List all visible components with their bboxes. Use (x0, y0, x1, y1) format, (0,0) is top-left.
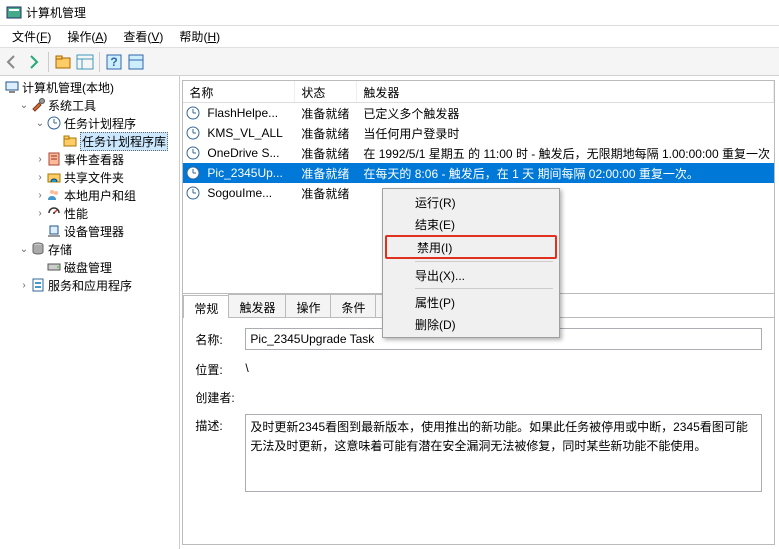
window-title: 计算机管理 (26, 4, 86, 21)
name-label: 名称: (195, 328, 245, 348)
cell-trigger: 当任何用户登录时 (359, 125, 774, 142)
context-separator (415, 261, 553, 262)
cell-name: SogouIme... (203, 186, 297, 200)
location-label: 位置: (195, 358, 245, 378)
tree-root[interactable]: 计算机管理(本地) (0, 78, 179, 96)
collapse-icon[interactable]: ⌄ (34, 118, 46, 129)
users-icon (46, 187, 62, 203)
tab-0[interactable]: 常规 (183, 295, 229, 318)
cell-name: FlashHelpe... (203, 106, 297, 120)
device-icon (46, 223, 62, 239)
menubar: 文件(F) 操作(A) 查看(V) 帮助(H) (0, 26, 779, 48)
tab-1[interactable]: 触发器 (228, 294, 286, 317)
expand-icon[interactable]: › (34, 208, 46, 219)
up-button[interactable] (53, 52, 73, 72)
expand-icon[interactable]: › (34, 190, 46, 201)
context-item[interactable]: 属性(P) (385, 291, 557, 313)
titlebar: 计算机管理 (0, 0, 779, 26)
back-button[interactable] (2, 52, 22, 72)
toolbar: ? (0, 48, 779, 76)
storage-icon (30, 241, 46, 257)
context-item[interactable]: 禁用(I) (385, 235, 557, 259)
navigation-tree[interactable]: 计算机管理(本地) ⌄ 系统工具 ⌄ 任务计划程序 任务计划程序库 › 事件查看… (0, 76, 180, 549)
author-label: 创建者: (195, 386, 245, 406)
tree-local-users[interactable]: › 本地用户和组 (0, 186, 179, 204)
cell-name: KMS_VL_ALL (203, 126, 297, 140)
toolbar-separator (99, 52, 100, 72)
help-button[interactable]: ? (104, 52, 124, 72)
cell-name: Pic_2345Up... (203, 166, 297, 180)
collapse-icon[interactable]: ⌄ (18, 100, 30, 111)
task-icon (185, 145, 201, 161)
task-icon (185, 165, 201, 181)
shared-folder-icon (46, 169, 62, 185)
toolbar-separator (48, 52, 49, 72)
tree-shared-folders[interactable]: › 共享文件夹 (0, 168, 179, 186)
task-row[interactable]: FlashHelpe...准备就绪已定义多个触发器 (183, 103, 774, 123)
task-row[interactable]: OneDrive S...准备就绪在 1992/5/1 星期五 的 11:00 … (183, 143, 774, 163)
menu-action[interactable]: 操作(A) (59, 26, 115, 47)
tab-3[interactable]: 条件 (330, 294, 376, 317)
tree-event-viewer[interactable]: › 事件查看器 (0, 150, 179, 168)
context-item[interactable]: 删除(D) (385, 313, 557, 335)
tree-system-tools[interactable]: ⌄ 系统工具 (0, 96, 179, 114)
disk-icon (46, 259, 62, 275)
tools-icon (30, 97, 46, 113)
menu-file[interactable]: 文件(F) (4, 26, 59, 47)
expand-icon[interactable]: › (34, 154, 46, 165)
computer-icon (4, 79, 20, 95)
folder-icon (62, 133, 78, 149)
column-status[interactable]: 状态 (295, 81, 357, 102)
description-label: 描述: (195, 414, 245, 434)
detail-body: 名称: 位置: \ 创建者: 描述: 及时更新2345看图到最新版本，使用推出的… (183, 318, 774, 544)
cell-status: 准备就绪 (297, 105, 359, 122)
column-name[interactable]: 名称 (183, 81, 295, 102)
tree-task-scheduler[interactable]: ⌄ 任务计划程序 (0, 114, 179, 132)
task-list-header: 名称 状态 触发器 (183, 81, 774, 103)
cell-trigger: 在每天的 8:06 - 触发后，在 1 天 期间每隔 02:00:00 重复一次… (359, 165, 774, 182)
event-icon (46, 151, 62, 167)
description-textarea[interactable]: 及时更新2345看图到最新版本，使用推出的新功能。如果此任务被停用或中断，234… (245, 414, 762, 492)
performance-icon (46, 205, 62, 221)
cell-status: 准备就绪 (297, 125, 359, 142)
location-value: \ (245, 358, 762, 375)
tree-services-apps[interactable]: › 服务和应用程序 (0, 276, 179, 294)
task-row[interactable]: Pic_2345Up...准备就绪在每天的 8:06 - 触发后，在 1 天 期… (183, 163, 774, 183)
task-icon (185, 185, 201, 201)
expand-icon[interactable]: › (18, 280, 30, 291)
context-menu: 运行(R)结束(E)禁用(I) 导出(X)... 属性(P)删除(D) (382, 188, 560, 338)
tree-performance[interactable]: › 性能 (0, 204, 179, 222)
column-trigger[interactable]: 触发器 (357, 81, 774, 102)
tree-disk-management[interactable]: 磁盘管理 (0, 258, 179, 276)
cell-name: OneDrive S... (203, 146, 297, 160)
forward-button[interactable] (24, 52, 44, 72)
panel-button[interactable] (126, 52, 146, 72)
menu-help[interactable]: 帮助(H) (171, 26, 228, 47)
tree-task-library[interactable]: 任务计划程序库 (0, 132, 179, 150)
context-separator (415, 288, 553, 289)
tab-2[interactable]: 操作 (285, 294, 331, 317)
cell-status: 准备就绪 (297, 165, 359, 182)
services-icon (30, 277, 46, 293)
cell-status: 准备就绪 (297, 145, 359, 162)
context-item[interactable]: 结束(E) (385, 213, 557, 235)
show-hide-button[interactable] (75, 52, 95, 72)
context-item[interactable]: 运行(R) (385, 191, 557, 213)
context-item[interactable]: 导出(X)... (385, 264, 557, 286)
task-icon (185, 105, 201, 121)
cell-trigger: 在 1992/5/1 星期五 的 11:00 时 - 触发后，无限期地每隔 1.… (359, 145, 774, 162)
collapse-icon[interactable]: ⌄ (18, 244, 30, 255)
tree-storage[interactable]: ⌄ 存储 (0, 240, 179, 258)
scheduler-icon (46, 115, 62, 131)
app-icon (6, 5, 22, 21)
expand-icon[interactable]: › (34, 172, 46, 183)
cell-trigger: 已定义多个触发器 (359, 105, 774, 122)
svg-text:?: ? (110, 55, 117, 69)
task-icon (185, 125, 201, 141)
task-row[interactable]: KMS_VL_ALL准备就绪当任何用户登录时 (183, 123, 774, 143)
cell-status: 准备就绪 (297, 185, 359, 202)
menu-view[interactable]: 查看(V) (115, 26, 171, 47)
tree-device-manager[interactable]: 设备管理器 (0, 222, 179, 240)
